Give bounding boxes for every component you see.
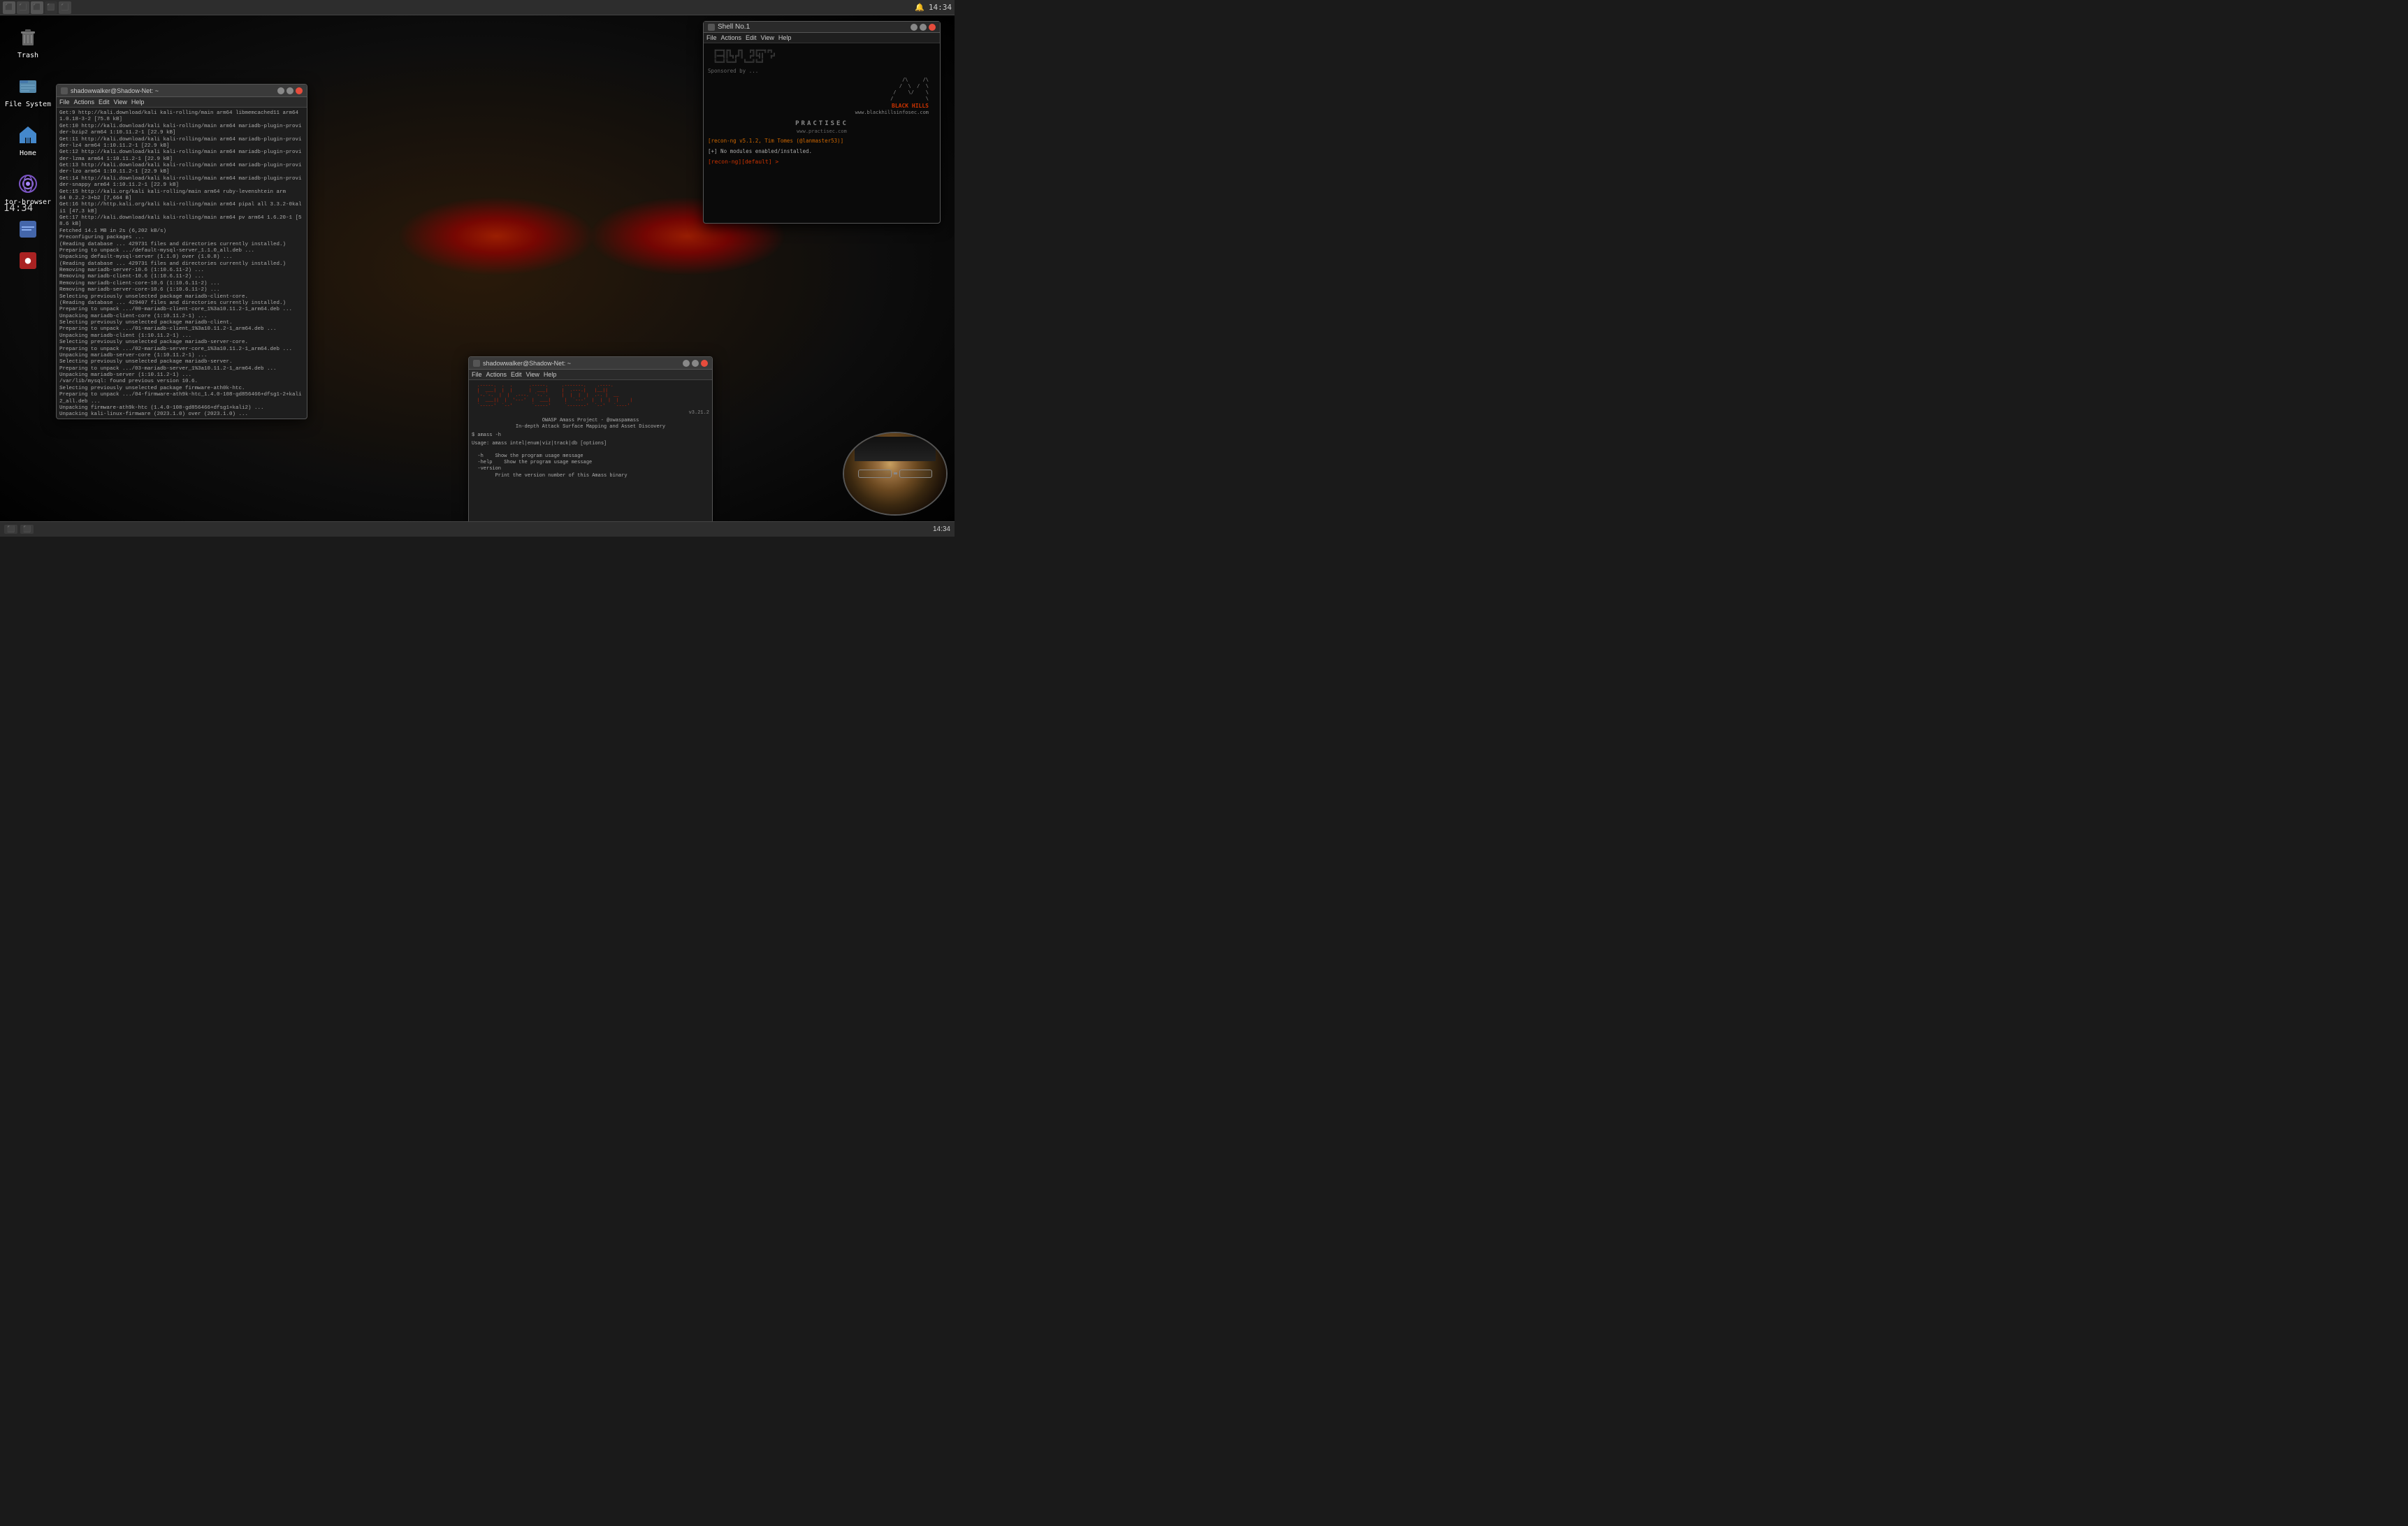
- shell-recon-info: [recon-ng v5.1.2, Tim Tomes (@lanmaster5…: [708, 138, 936, 145]
- menu-help-2[interactable]: Help: [544, 371, 557, 378]
- taskbar-icon-2[interactable]: ⬛: [17, 1, 29, 14]
- close-button-1[interactable]: [296, 87, 303, 94]
- shell-menu-view[interactable]: View: [761, 34, 774, 41]
- notification-icon: 🔔: [915, 3, 924, 12]
- trash-icon: [15, 24, 41, 50]
- menu-actions-1[interactable]: Actions: [74, 99, 95, 106]
- terminal-1-icon: [61, 87, 68, 94]
- red-app-icon: ●: [15, 248, 41, 273]
- shell-menu-file[interactable]: File: [706, 34, 717, 41]
- shell-menu-edit[interactable]: Edit: [746, 34, 757, 41]
- terminal-1-title: shadowwalker@Shadow-Net: ~: [71, 87, 159, 94]
- shell-icon: [708, 24, 715, 31]
- terminal-1-menu: File Actions Edit View Help: [57, 97, 307, 108]
- taskbar-icon-1[interactable]: ⬛: [3, 1, 15, 14]
- amass-help-output: Usage: amass intel|enum|viz|track|db [op…: [472, 441, 709, 479]
- bottom-clock: 14:34: [933, 525, 950, 533]
- taskbar-icon-4[interactable]: ⬛: [45, 1, 57, 14]
- trash-label: Trash: [17, 52, 38, 59]
- menu-edit-2[interactable]: Edit: [511, 371, 522, 378]
- home-label: Home: [20, 150, 36, 157]
- shell-buttons: [911, 24, 936, 31]
- terminal-2-menu: File Actions Edit View Help: [469, 370, 712, 380]
- maximize-button-1[interactable]: [287, 87, 293, 94]
- shell-window: Shell No.1 File Actions Edit View Help ╔…: [703, 21, 941, 224]
- menu-view-1[interactable]: View: [114, 99, 127, 106]
- terminal-2-titlebar: shadowwalker@Shadow-Net: ~: [469, 357, 712, 370]
- top-taskbar: ⬛ ⬛ ⬛ ⬛ ⬛ 🔔 14:34: [0, 0, 955, 15]
- minimize-button-1[interactable]: [277, 87, 284, 94]
- shell-menu: File Actions Edit View Help: [704, 33, 940, 43]
- clock-display: 14:34: [929, 3, 952, 12]
- desktop-icon-extra[interactable]: [3, 217, 52, 242]
- amass-banner: .-----. . . .-----. .-------. .----. | _…: [472, 383, 709, 408]
- menu-view-2[interactable]: View: [526, 371, 539, 378]
- svg-text:●: ●: [25, 255, 31, 266]
- shell-sponsor: Sponsored by ...: [708, 68, 936, 75]
- terminal-2-title: shadowwalker@Shadow-Net: ~: [483, 360, 571, 367]
- shell-titlebar: Shell No.1: [704, 22, 940, 33]
- bottom-app-terminal[interactable]: ⬛: [4, 525, 17, 534]
- terminal-2-buttons: [683, 360, 708, 367]
- shell-logo-area: /\ /\ / \ / \ / \/ \ / \ BLACK HILLS www…: [708, 77, 929, 117]
- menu-help-1[interactable]: Help: [131, 99, 145, 106]
- shell-title: Shell No.1: [718, 23, 750, 31]
- terminal-2-body[interactable]: .-----. . . .-----. .-------. .----. | _…: [469, 380, 712, 537]
- bottom-app-files[interactable]: ⬛: [20, 525, 34, 534]
- terminal-window-2: shadowwalker@Shadow-Net: ~ File Actions …: [468, 356, 713, 537]
- terminal-window-1: shadowwalker@Shadow-Net: ~ File Actions …: [56, 84, 307, 419]
- tor-icon: [15, 171, 41, 196]
- shell-menu-help[interactable]: Help: [778, 34, 792, 41]
- webcam-overlay: [843, 432, 948, 516]
- desktop-icon-red[interactable]: ●: [3, 248, 52, 273]
- taskbar-icon-3[interactable]: ⬛: [31, 1, 43, 14]
- taskbar-icon-5[interactable]: ⬛: [59, 1, 71, 14]
- desktop: ⬛ ⬛ ⬛ ⬛ ⬛ 🔔 14:34: [0, 0, 955, 537]
- menu-file-1[interactable]: File: [59, 99, 70, 106]
- home-icon: [15, 122, 41, 147]
- desktop-clock: 14:34: [3, 203, 33, 214]
- terminal-2-icon: [473, 360, 480, 367]
- terminal-1-titlebar: shadowwalker@Shadow-Net: ~: [57, 85, 307, 97]
- extra-icon: [15, 217, 41, 242]
- terminal-1-body[interactable]: Get:9 http://kali.download/kali kali-rol…: [57, 108, 307, 419]
- shell-maximize[interactable]: [920, 24, 927, 31]
- amass-version: v3.21.2: [472, 410, 709, 416]
- filesystem-label: File System: [5, 101, 51, 108]
- desktop-icon-tor[interactable]: tor-browser: [3, 171, 52, 206]
- shell-body[interactable]: ╔══╗╔╗ ╔╗ ╔╗╔══╗╔╗ ║══╣║╚╗╔╝║ ╔╝╚╣║ ╔╝ ╚…: [704, 43, 940, 223]
- shell-status: [+] No modules enabled/installed.: [708, 148, 936, 156]
- shell-ascii-header: ╔══╗╔╗ ╔╗ ╔╗╔══╗╔╗ ║══╣║╚╗╔╝║ ╔╝╚╣║ ╔╝ ╚…: [708, 48, 936, 65]
- menu-edit-1[interactable]: Edit: [99, 99, 110, 106]
- shell-close[interactable]: [929, 24, 936, 31]
- shell-minimize[interactable]: [911, 24, 917, 31]
- taskbar-right: 🔔 14:34: [915, 3, 952, 12]
- desktop-icon-filesystem[interactable]: File System: [3, 73, 52, 108]
- terminal-1-buttons: [277, 87, 303, 94]
- menu-file-2[interactable]: File: [472, 371, 482, 378]
- shell-practisec: PRACTISEC www.practisec.com: [708, 119, 936, 135]
- minimize-button-2[interactable]: [683, 360, 690, 367]
- amass-command: $ amass -h: [472, 433, 709, 439]
- shell-menu-actions[interactable]: Actions: [721, 34, 742, 41]
- desktop-icon-home[interactable]: Home: [3, 122, 52, 157]
- maximize-button-2[interactable]: [692, 360, 699, 367]
- bottom-taskbar: ⬛ ⬛ 14:34: [0, 521, 955, 537]
- shell-prompt: [recon-ng][default] >: [708, 158, 936, 166]
- terminal-1-output: Get:9 http://kali.download/kali kali-rol…: [59, 110, 304, 419]
- amass-subtitle: OWASP Amass Project - @owaspamass In-dep…: [472, 418, 709, 430]
- desktop-icon-trash[interactable]: Trash: [3, 24, 52, 59]
- close-button-2[interactable]: [701, 360, 708, 367]
- taskbar-apps: ⬛ ⬛ ⬛ ⬛ ⬛: [0, 1, 74, 14]
- filesystem-icon: [15, 73, 41, 99]
- menu-actions-2[interactable]: Actions: [486, 371, 507, 378]
